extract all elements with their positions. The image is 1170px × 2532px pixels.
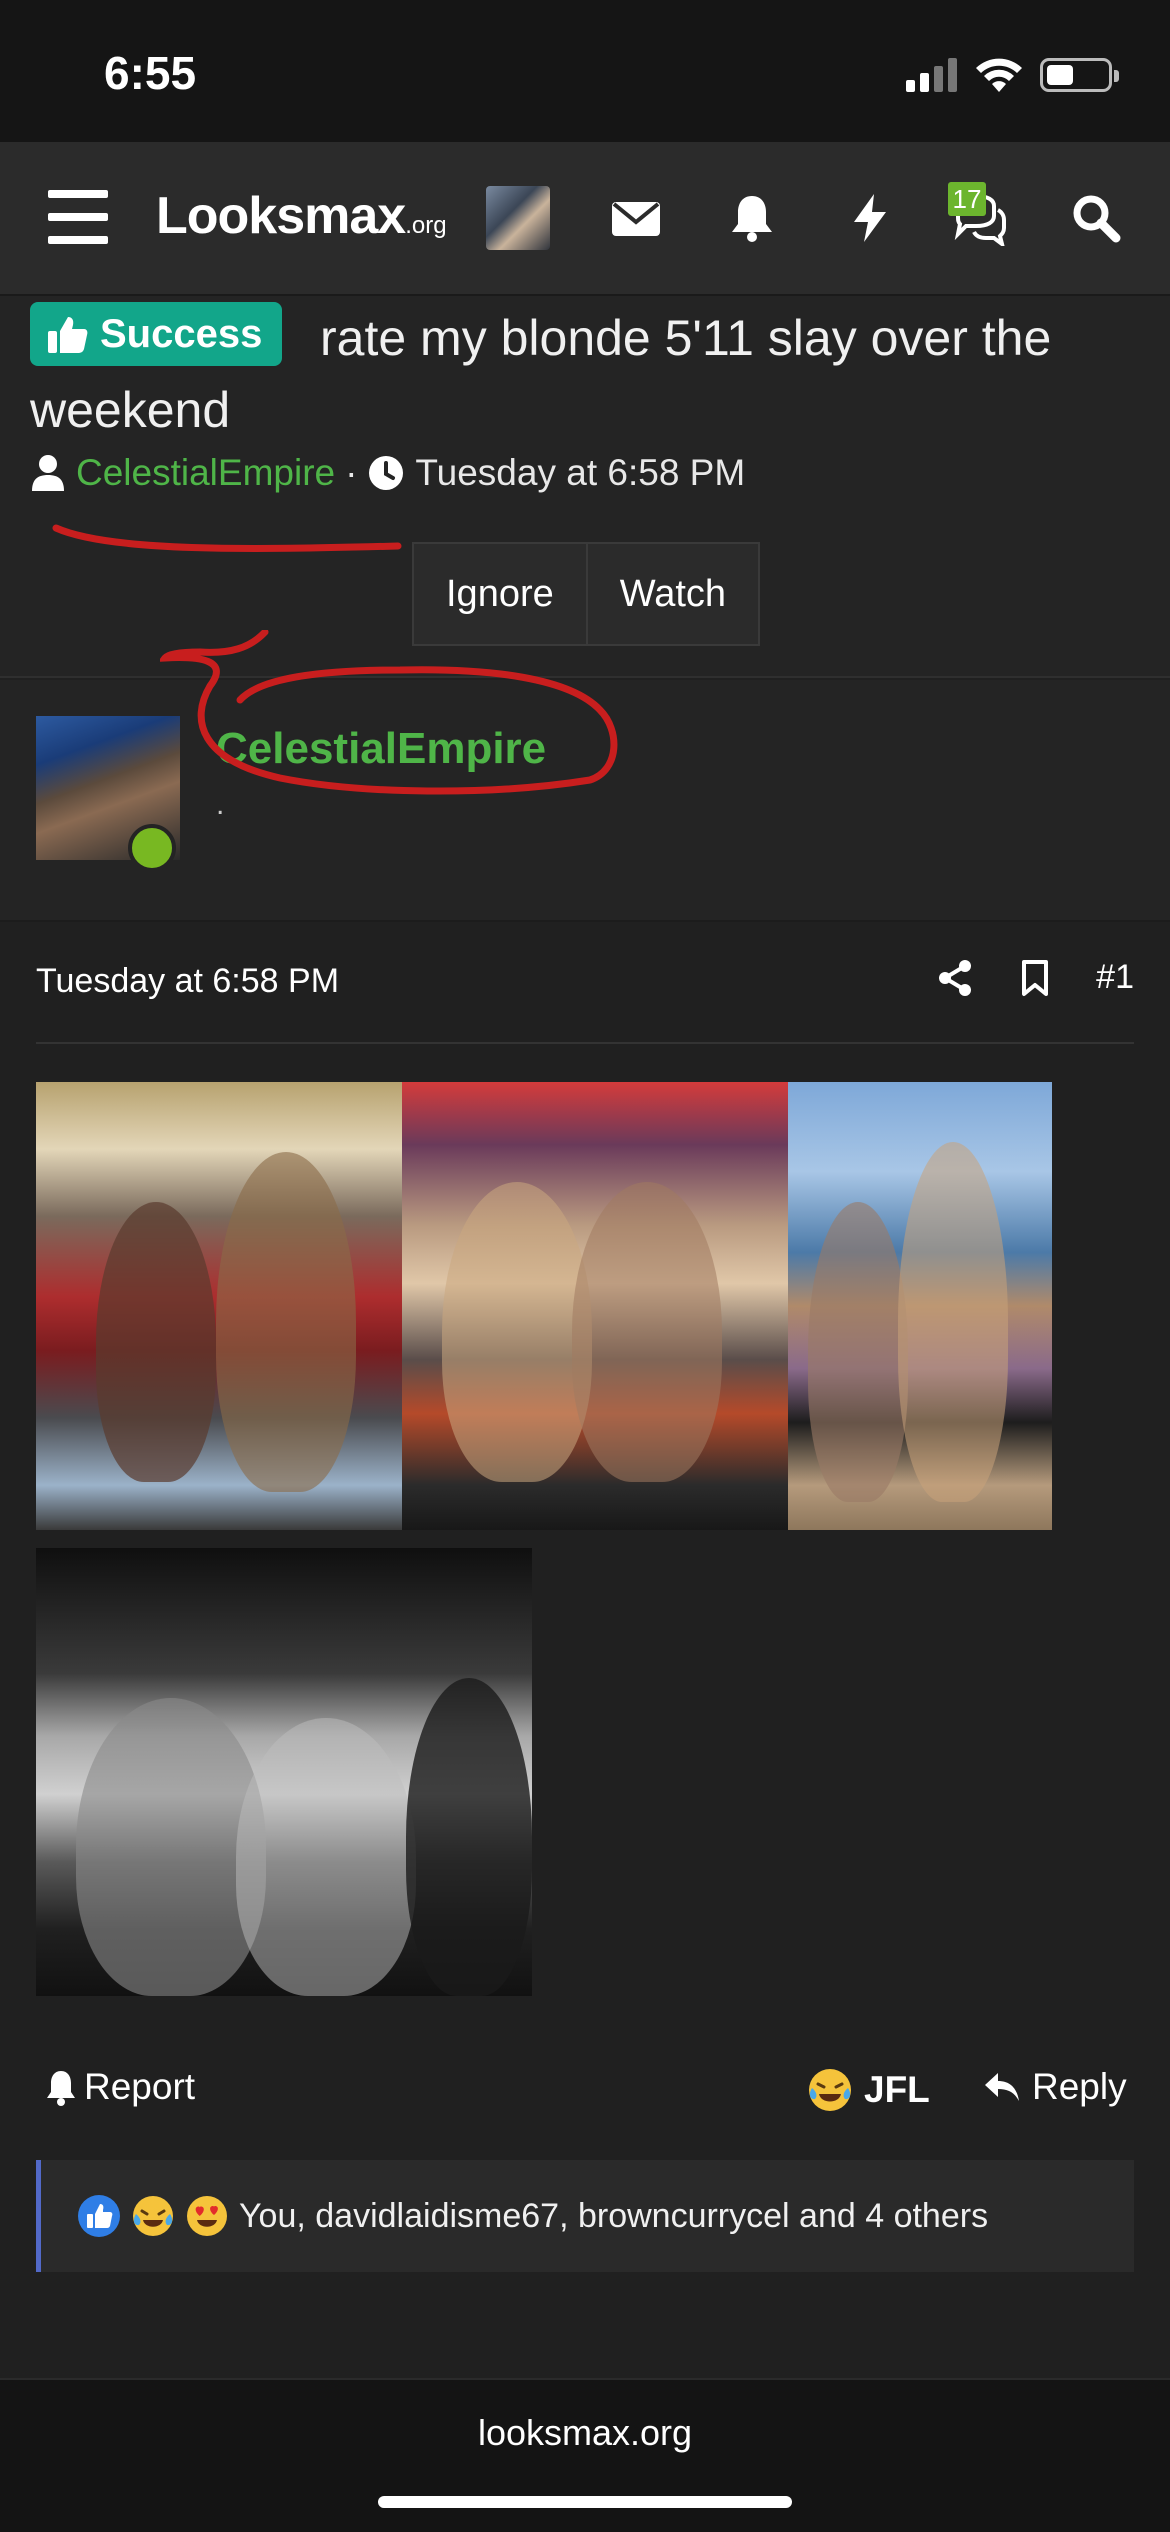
attached-photo-1[interactable] — [36, 1082, 402, 1530]
meta-separator: · — [345, 452, 358, 493]
bell-icon — [47, 2071, 75, 2106]
online-status-indicator — [128, 824, 176, 872]
thread-author-link[interactable]: CelestialEmpire — [76, 452, 335, 494]
post-user-block: CelestialEmpire . — [0, 680, 1170, 922]
thumbs-up-icon — [48, 317, 88, 353]
post-author-title: . — [216, 788, 225, 821]
menu-icon[interactable] — [48, 190, 108, 244]
attached-photo-2[interactable] — [402, 1082, 788, 1530]
jfl-label: JFL — [864, 2069, 930, 2110]
watch-button[interactable]: Watch — [585, 544, 759, 644]
report-label: Report — [84, 2066, 196, 2107]
attached-photo-3[interactable] — [788, 1082, 1052, 1530]
status-bar: 6:55 — [0, 0, 1170, 142]
search-icon[interactable] — [1068, 190, 1124, 246]
post-number[interactable]: #1 — [1096, 958, 1134, 997]
post-footer-actions: Report JFL Reply — [0, 2060, 1170, 2124]
thread-meta: CelestialEmpire · Tuesday at 6:58 PM — [30, 452, 745, 494]
post-author-username[interactable]: CelestialEmpire — [216, 724, 546, 774]
share-icon[interactable] — [936, 959, 974, 997]
post-body: Tuesday at 6:58 PM #1 Report JFL Reply Y… — [0, 922, 1170, 2298]
red-underline-annotation — [52, 524, 402, 552]
thread-date[interactable]: Tuesday at 6:58 PM — [415, 452, 745, 494]
logo-main: Looksmax — [156, 187, 406, 245]
reply-label: Reply — [1032, 2066, 1127, 2107]
prefix-label: Success — [100, 311, 263, 356]
footer-site-url[interactable]: looksmax.org — [0, 2412, 1170, 2454]
lightning-icon[interactable] — [842, 190, 898, 246]
thread-header: rate my blonde 5'11 slay over the weeken… — [0, 296, 1170, 678]
attached-photo-4[interactable] — [36, 1548, 532, 1996]
user-avatar[interactable] — [486, 186, 550, 250]
status-time: 6:55 — [104, 47, 197, 99]
bell-icon[interactable] — [724, 190, 780, 246]
reactions-bar[interactable]: You, davidlaidisme67, browncurrycel and … — [36, 2160, 1134, 2272]
user-icon — [32, 455, 64, 491]
home-indicator[interactable] — [378, 2496, 792, 2508]
logo-suffix: .org — [405, 212, 447, 239]
battery-icon — [1040, 58, 1119, 92]
mail-icon[interactable] — [608, 190, 664, 246]
prefix-badge[interactable]: Success — [30, 302, 283, 366]
like-reaction-icon — [78, 2195, 120, 2237]
wifi-icon — [976, 58, 1022, 92]
conversations-badge[interactable]: 17 — [948, 182, 986, 216]
ignore-button[interactable]: Ignore — [414, 544, 586, 644]
reply-arrow-icon — [985, 2073, 1019, 2101]
laughing-tears-emoji-icon — [133, 2196, 173, 2236]
browser-footer: looksmax.org — [0, 2378, 1170, 2532]
clock-icon — [369, 456, 404, 490]
top-navbar: Looksmax.org 17 — [0, 142, 1170, 296]
jfl-reaction-button[interactable]: JFL — [806, 2066, 930, 2114]
post-date[interactable]: Tuesday at 6:58 PM — [36, 962, 339, 1001]
heart-eyes-emoji-icon — [187, 2196, 227, 2236]
post-divider — [36, 1042, 1134, 1044]
post-top-actions: #1 — [936, 958, 1134, 997]
reply-button[interactable]: Reply — [982, 2066, 1127, 2108]
site-logo[interactable]: Looksmax.org — [156, 186, 447, 246]
signal-icon — [906, 58, 958, 92]
reactions-summary: You, davidlaidisme67, browncurrycel and … — [239, 2196, 989, 2235]
bookmark-icon[interactable] — [1020, 959, 1050, 997]
report-button[interactable]: Report — [44, 2066, 195, 2108]
thread-actions: Ignore Watch — [412, 542, 761, 646]
laughing-tears-emoji-icon — [809, 2069, 851, 2111]
